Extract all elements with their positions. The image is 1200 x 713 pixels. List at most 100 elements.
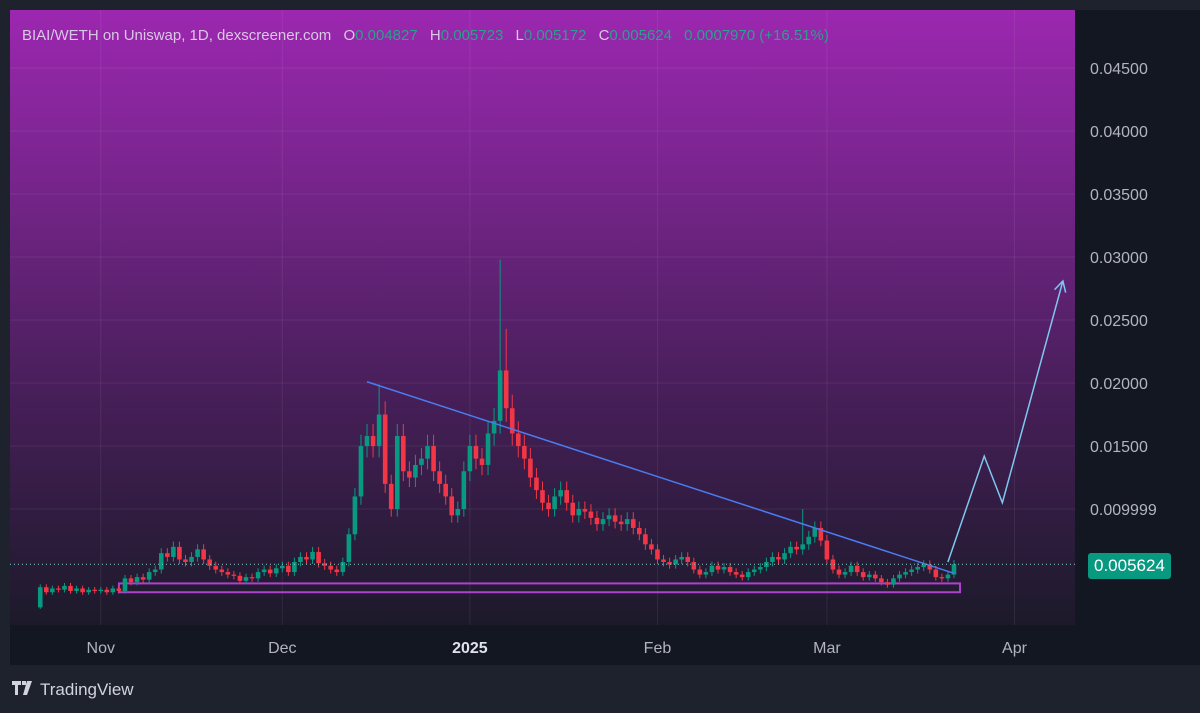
candle: [836, 565, 842, 579]
candle-body: [110, 588, 116, 593]
candle: [715, 561, 721, 574]
candle-body: [643, 534, 648, 545]
candle: [788, 541, 793, 559]
candle-body: [497, 370, 503, 421]
y-tick-label: 0.04500: [1090, 61, 1148, 78]
candle-body: [146, 572, 152, 580]
candle: [727, 562, 733, 576]
candle: [909, 565, 914, 576]
candle-body: [467, 446, 473, 472]
candle: [661, 554, 666, 567]
plot-area[interactable]: 0.04500 0.04000 0.03500 0.03000 0.02500 0.020…: [10, 10, 1200, 665]
candle-body: [806, 536, 812, 545]
candle: [794, 541, 799, 555]
candle-body: [207, 559, 212, 566]
candle: [273, 564, 279, 578]
candle-body: [213, 565, 219, 570]
candle-body: [140, 577, 146, 580]
candle: [897, 570, 902, 582]
candle: [80, 585, 85, 595]
candle-body: [98, 589, 104, 591]
candle: [122, 574, 128, 594]
candle-body: [237, 575, 243, 581]
candle: [310, 546, 315, 565]
candle-body: [860, 572, 866, 578]
candle-body: [522, 446, 527, 459]
candle-body: [310, 551, 315, 560]
candle-body: [340, 561, 346, 573]
candle-body: [558, 490, 563, 497]
candle-body: [165, 553, 170, 557]
candle-body: [758, 567, 763, 570]
candle: [92, 586, 98, 594]
candle: [110, 585, 116, 595]
x-tick-label: Feb: [644, 640, 672, 657]
candle-body: [116, 588, 122, 591]
candle: [842, 568, 848, 579]
candle: [86, 586, 91, 595]
open-label: O: [343, 27, 356, 44]
tradingview-brand[interactable]: TradingView: [12, 680, 134, 700]
candle: [201, 544, 206, 565]
candle-body: [407, 471, 412, 478]
open-value: 0.004827: [355, 27, 418, 44]
candle-body: [939, 577, 945, 579]
candle: [891, 574, 896, 588]
candle-body: [794, 546, 799, 550]
candle: [280, 561, 285, 573]
candle: [915, 562, 920, 574]
candle: [552, 488, 557, 517]
candle-body: [503, 370, 509, 409]
candle-body: [582, 509, 588, 512]
candle: [37, 584, 43, 610]
candle-body: [37, 587, 43, 608]
x-tick-label: 2025: [452, 640, 488, 657]
chart-svg[interactable]: 0.04500 0.04000 0.03500 0.03000 0.02500 0.020…: [10, 10, 1200, 665]
candle: [558, 481, 563, 505]
candle-body: [697, 569, 703, 575]
candle: [177, 541, 182, 565]
candle: [382, 401, 388, 493]
candle-body: [255, 572, 261, 579]
candle: [776, 552, 781, 565]
candle: [158, 548, 164, 574]
candle-body: [879, 578, 884, 583]
candle-body: [376, 414, 382, 447]
candle-body: [152, 569, 158, 573]
candle-body: [286, 565, 291, 573]
candle: [461, 461, 467, 517]
candle: [473, 434, 479, 470]
candle-body: [280, 565, 285, 569]
candle-body: [836, 569, 842, 575]
candle-body: [739, 574, 745, 578]
candle-body: [788, 546, 793, 554]
candle-body: [782, 553, 787, 560]
candle: [885, 578, 890, 588]
candle: [546, 494, 551, 517]
candle-body: [68, 585, 73, 591]
candle: [328, 561, 334, 574]
candle-body: [618, 521, 624, 525]
candle-body: [824, 540, 830, 560]
candle-body: [189, 556, 194, 562]
candle: [649, 538, 654, 555]
candle: [304, 552, 309, 565]
candle: [739, 570, 745, 581]
candle: [140, 573, 146, 583]
candle: [152, 565, 158, 576]
candle: [824, 534, 830, 565]
candle-body: [425, 446, 430, 459]
candle: [225, 568, 231, 579]
candle: [921, 560, 927, 572]
candle-body: [292, 561, 297, 573]
candle: [183, 554, 188, 567]
candle-body: [534, 477, 539, 491]
candle-body: [915, 567, 920, 570]
candle-body: [612, 515, 618, 522]
candle-body: [800, 544, 805, 550]
candle: [467, 434, 473, 482]
candle: [812, 521, 818, 543]
candle-body: [334, 569, 340, 573]
candle: [939, 573, 945, 582]
candle: [449, 488, 455, 523]
